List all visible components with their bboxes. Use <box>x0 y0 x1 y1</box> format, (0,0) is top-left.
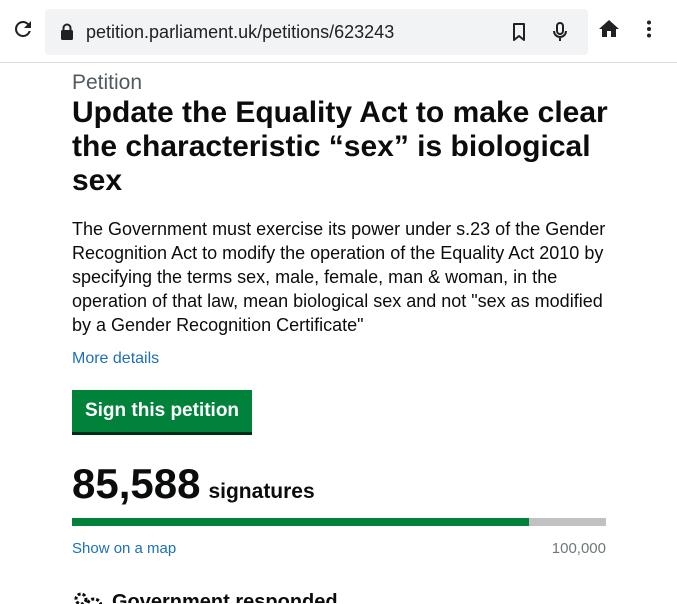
reload-button[interactable] <box>6 12 40 46</box>
address-bar[interactable]: petition.parliament.uk/petitions/623243 <box>45 9 588 55</box>
home-button[interactable] <box>592 12 626 46</box>
more-menu-button[interactable] <box>632 12 666 46</box>
microphone-icon[interactable] <box>548 20 572 44</box>
petition-description: The Government must exercise its power u… <box>72 219 606 335</box>
signature-number: 85,588 <box>72 460 201 507</box>
home-icon <box>599 20 619 37</box>
signature-target: 100,000 <box>551 540 606 557</box>
signature-progress-bar <box>72 518 606 526</box>
signature-count: 85,588 signatures <box>72 460 315 508</box>
signatures-label: signatures <box>208 480 315 503</box>
page-caption: Petition <box>72 71 143 94</box>
response-heading: Government responded <box>112 591 338 603</box>
url-text[interactable]: petition.parliament.uk/petitions/623243 <box>86 9 394 55</box>
reload-icon <box>15 21 31 37</box>
petition-title: Update the Equality Act to make clear th… <box>72 96 608 197</box>
bookmark-icon[interactable] <box>507 20 531 44</box>
more-vert-icon <box>647 20 651 38</box>
gear-icon <box>72 590 104 604</box>
signature-progress-fill <box>72 518 530 526</box>
show-on-map-link[interactable]: Show on a map <box>72 540 176 557</box>
more-details-link[interactable]: More details <box>72 350 159 368</box>
lock-icon <box>61 23 73 40</box>
browser-toolbar: petition.parliament.uk/petitions/623243 <box>0 0 677 63</box>
sign-petition-button[interactable]: Sign this petition <box>72 390 252 432</box>
